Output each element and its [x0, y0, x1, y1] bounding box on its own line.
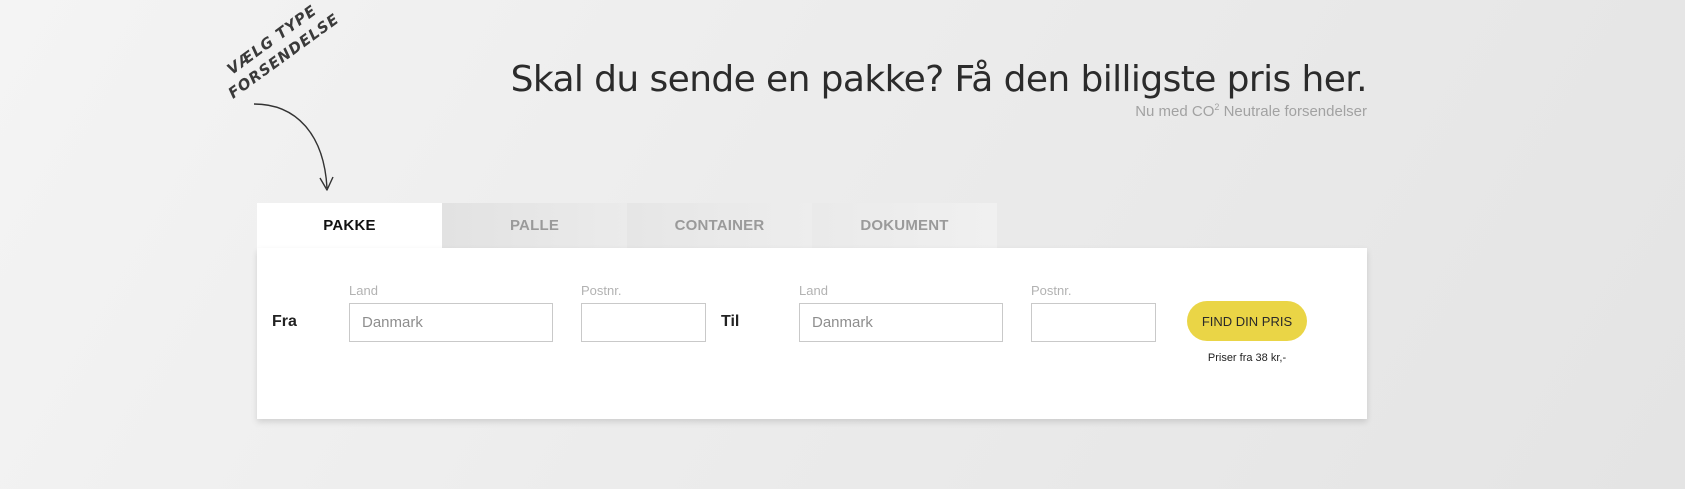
subtitle-suffix: Neutrale forsendelser — [1219, 103, 1367, 120]
tab-palle[interactable]: PALLE — [442, 203, 627, 248]
to-postal-field: Postnr. — [1031, 283, 1156, 342]
from-label: Fra — [272, 313, 297, 330]
to-country-input[interactable] — [799, 303, 1003, 342]
from-country-field: Land — [349, 283, 553, 342]
page-title: Skal du sende en pakke? Få den billigste… — [510, 59, 1368, 100]
tab-container[interactable]: CONTAINER — [627, 203, 812, 248]
tab-dokument[interactable]: DOKUMENT — [812, 203, 997, 248]
from-postal-field: Postnr. — [581, 283, 706, 342]
from-country-caption: Land — [349, 283, 378, 298]
shipment-type-tabs: PAKKE PALLE CONTAINER DOKUMENT — [257, 203, 997, 248]
subtitle-prefix: Nu med CO — [1135, 103, 1215, 120]
from-postal-caption: Postnr. — [581, 283, 622, 298]
find-price-button[interactable]: FIND DIN PRIS — [1187, 301, 1307, 341]
to-country-field: Land — [799, 283, 1003, 342]
to-postal-caption: Postnr. — [1031, 283, 1072, 298]
curved-arrow-icon — [253, 103, 334, 191]
from-postal-input[interactable] — [581, 303, 706, 342]
price-note: Priser fra 38 kr,- — [1207, 352, 1287, 364]
page-subtitle: Nu med CO2 Neutrale forsendelser — [511, 102, 1367, 120]
headline: Skal du sende en pakke? Få den billigste… — [510, 58, 1368, 120]
quote-form: Fra Land Postnr. Til Land Postnr. FIND D… — [257, 248, 1367, 419]
tab-pakke[interactable]: PAKKE — [257, 203, 442, 248]
to-country-caption: Land — [799, 283, 828, 298]
to-label: Til — [721, 313, 740, 330]
tab-hint: VÆLG TYPE FORSENDELSE — [196, 1, 356, 200]
from-country-input[interactable] — [349, 303, 553, 342]
to-postal-input[interactable] — [1031, 303, 1156, 342]
